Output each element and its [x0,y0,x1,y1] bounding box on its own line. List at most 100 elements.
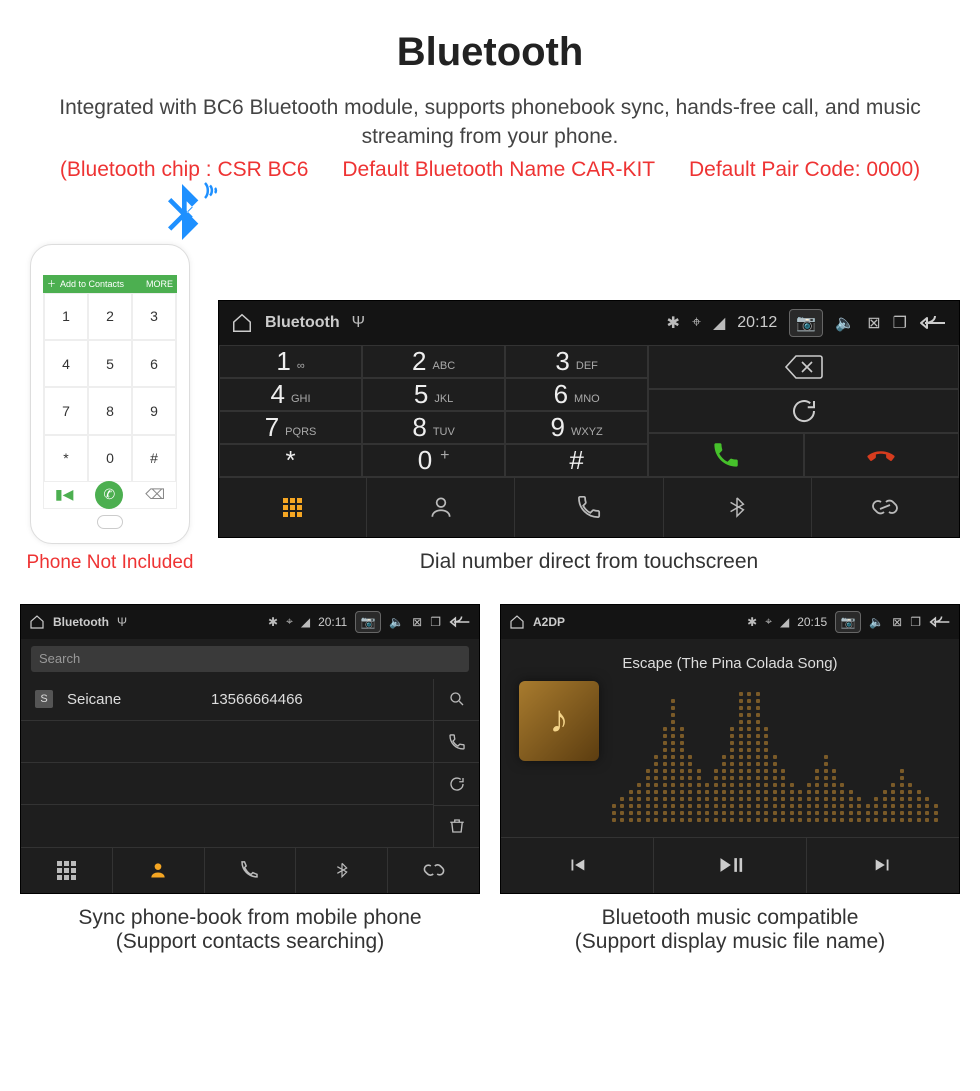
music-title-label: A2DP [533,615,565,629]
phone-key[interactable]: # [132,435,176,482]
phonebook-navbar [21,847,479,893]
redial-button[interactable] [648,389,959,433]
next-track-button[interactable] [807,838,959,893]
back-icon[interactable] [929,615,951,629]
nav-contacts[interactable] [367,478,515,537]
contact-row-empty [21,721,433,763]
screenshot-icon[interactable]: 📷 [789,309,823,337]
delete-icon[interactable] [434,806,479,847]
phone-key[interactable]: 0 [88,435,132,482]
phone-key[interactable]: 6 [132,340,176,387]
bluetooth-status-icon: ✱ [667,313,680,333]
nav-pair[interactable] [388,848,479,893]
phone-key[interactable]: 3 [132,293,176,340]
recent-apps-icon[interactable]: ❐ [893,313,907,333]
usb-icon: Ψ [352,314,365,332]
spec-name: Default Bluetooth Name CAR-KIT [342,158,655,182]
search-icon[interactable] [434,679,479,721]
close-app-icon[interactable]: ⊠ [867,313,880,333]
phone-key[interactable]: 7 [44,387,88,434]
dial-key-7[interactable]: 7PQRS [219,411,362,444]
page-title: Bluetooth [20,30,960,75]
play-pause-button[interactable] [654,838,807,893]
dial-key-8[interactable]: 8TUV [362,411,505,444]
phone-device-column: ＋ Add to Contacts MORE 1 2 3 4 5 6 7 8 9 [20,204,200,574]
prev-track-button[interactable] [501,838,654,893]
contact-sidebar [433,679,479,847]
dial-key-4[interactable]: 4GHI [219,378,362,411]
dial-key-2[interactable]: 2ABC [362,345,505,378]
back-icon[interactable] [449,615,471,629]
call-icon[interactable] [434,721,479,763]
sync-icon[interactable] [434,763,479,805]
phonebook-statusbar: Bluetooth Ψ ✱ ⌖ ◢ 20:11 📷 🔈 ⊠ ❐ [21,605,479,639]
phone-caption: Phone Not Included [20,552,200,574]
music-caption: Bluetooth music compatible (Support disp… [500,906,960,954]
dial-key-hash[interactable]: # [505,444,648,477]
phone-topbar-label: Add to Contacts [60,279,124,289]
clock: 20:15 [797,615,827,629]
hangup-button[interactable] [804,433,959,477]
nav-recents[interactable] [205,848,297,893]
contact-row-empty [21,763,433,805]
dial-key-6[interactable]: 6MNO [505,378,648,411]
volume-icon[interactable]: 🔈 [835,313,855,333]
phone-key[interactable]: 8 [88,387,132,434]
phone-key[interactable]: 9 [132,387,176,434]
nav-bluetooth[interactable] [664,478,812,537]
dial-key-1[interactable]: 1∞ [219,345,362,378]
phone-mockup: ＋ Add to Contacts MORE 1 2 3 4 5 6 7 8 9 [30,244,190,544]
nav-recents[interactable] [515,478,663,537]
phone-key[interactable]: 2 [88,293,132,340]
phone-key[interactable]: * [44,435,88,482]
back-icon[interactable] [919,314,947,332]
volume-icon[interactable]: 🔈 [389,615,404,629]
nav-pair[interactable] [812,478,959,537]
add-contacts-icon: ＋ [47,277,56,290]
volume-icon[interactable]: 🔈 [869,615,884,629]
music-panel: A2DP ✱ ⌖ ◢ 20:15 📷 🔈 ⊠ ❐ Escape (The Pin… [500,604,960,894]
backspace-button[interactable] [648,345,959,389]
nav-keypad[interactable] [219,478,367,537]
call-button[interactable] [648,433,803,477]
search-input[interactable]: Search [31,646,469,672]
usb-icon: Ψ [117,615,127,629]
bluetooth-specs: (Bluetooth chip : CSR BC6 Default Blueto… [20,158,960,182]
dialer-title: Bluetooth [265,314,340,332]
recent-apps-icon[interactable]: ❐ [430,615,441,629]
clock: 20:11 [318,615,347,629]
gps-icon: ⌖ [692,314,701,332]
phone-key[interactable]: 1 [44,293,88,340]
screenshot-icon[interactable]: 📷 [355,611,381,633]
video-call-icon[interactable]: ▮◀ [55,486,73,503]
nav-bluetooth[interactable] [296,848,388,893]
dial-key-0[interactable]: 0+ [362,444,505,477]
recent-apps-icon[interactable]: ❐ [910,615,921,629]
phone-home-button[interactable] [97,515,123,529]
music-statusbar: A2DP ✱ ⌖ ◢ 20:15 📷 🔈 ⊠ ❐ [501,605,959,639]
dial-key-3[interactable]: 3DEF [505,345,648,378]
screenshot-icon[interactable]: 📷 [835,611,861,633]
backspace-icon[interactable]: ⌫ [145,486,165,503]
bluetooth-signal-icon [154,184,210,240]
phone-key[interactable]: 4 [44,340,88,387]
phone-keypad: 1 2 3 4 5 6 7 8 9 * 0 # [44,293,176,482]
nav-contacts[interactable] [113,848,205,893]
home-icon[interactable] [231,312,253,334]
contact-initial-badge: S [35,690,53,708]
home-icon[interactable] [29,614,45,630]
phone-call-icon[interactable]: ✆ [95,481,123,509]
spec-code: Default Pair Code: 0000) [689,158,920,182]
dialer-statusbar: Bluetooth Ψ ✱ ⌖ ◢ 20:12 📷 🔈 ⊠ ❐ [219,301,959,345]
phone-topbar-more: MORE [146,279,173,289]
home-icon[interactable] [509,614,525,630]
dial-pad: 1∞ 2ABC 3DEF 4GHI 5JKL 6MNO 7PQRS 8TUV 9… [219,345,648,477]
dial-key-5[interactable]: 5JKL [362,378,505,411]
close-app-icon[interactable]: ⊠ [892,615,902,629]
dial-key-star[interactable]: * [219,444,362,477]
dial-key-9[interactable]: 9WXYZ [505,411,648,444]
nav-keypad[interactable] [21,848,113,893]
phone-key[interactable]: 5 [88,340,132,387]
contact-row[interactable]: S Seicane 13566664466 [21,679,433,721]
close-app-icon[interactable]: ⊠ [412,615,422,629]
